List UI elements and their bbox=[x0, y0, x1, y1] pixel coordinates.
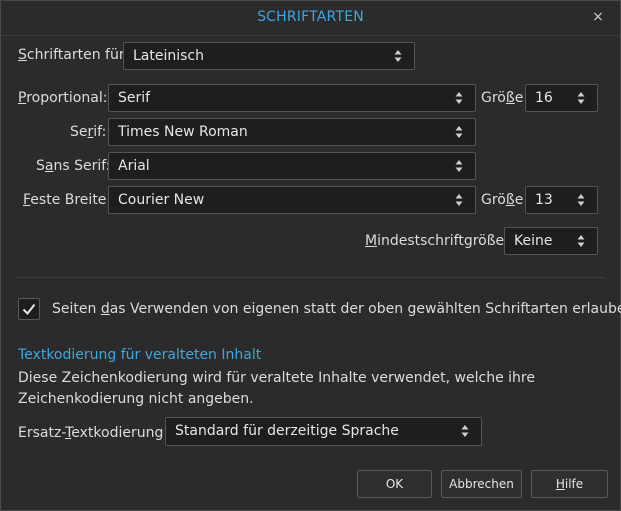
encoding-value: Standard für derzeitige Sprache bbox=[175, 423, 399, 439]
monospace-select[interactable]: Courier New bbox=[108, 186, 476, 214]
monospace-size-value: 13 bbox=[535, 192, 553, 208]
proportional-size-label: Größe bbox=[481, 90, 524, 106]
proportional-select[interactable]: Serif bbox=[108, 84, 476, 112]
cancel-button[interactable]: Abbrechen bbox=[441, 470, 522, 498]
updown-arrows-icon bbox=[577, 91, 585, 105]
proportional-label: Proportional: bbox=[18, 90, 108, 106]
updown-arrows-icon bbox=[455, 91, 463, 105]
allow-fonts-label[interactable]: Seiten das Verwenden von eigenen statt d… bbox=[52, 301, 621, 317]
monospace-value: Courier New bbox=[118, 192, 205, 208]
updown-arrows-icon bbox=[455, 193, 463, 207]
close-icon[interactable]: × bbox=[590, 9, 606, 25]
ok-button[interactable]: OK bbox=[357, 470, 432, 498]
updown-arrows-icon bbox=[461, 424, 469, 438]
encoding-label: Ersatz-Textkodierung: bbox=[18, 425, 169, 441]
encoding-heading: Textkodierung für veralteten Inhalt bbox=[18, 347, 262, 363]
updown-arrows-icon bbox=[455, 125, 463, 139]
proportional-value: Serif bbox=[118, 90, 151, 106]
proportional-size-value: 16 bbox=[535, 90, 553, 106]
encoding-description-line2: Zeichenkodierung nicht angeben. bbox=[18, 391, 254, 407]
fonts-for-label: Schriftarten für: bbox=[18, 47, 130, 63]
proportional-size-select[interactable]: 16 bbox=[525, 84, 598, 112]
sans-serif-label: Sans Serif: bbox=[36, 158, 111, 174]
monospace-label: Feste Breite: bbox=[23, 192, 112, 208]
monospace-size-label: Größe bbox=[481, 192, 524, 208]
serif-label: Serif: bbox=[70, 124, 107, 140]
dialog-title: SCHRIFTARTEN bbox=[257, 9, 364, 25]
serif-select[interactable]: Times New Roman bbox=[108, 118, 476, 146]
allow-fonts-checkbox[interactable] bbox=[18, 298, 40, 320]
sans-serif-value: Arial bbox=[118, 158, 150, 174]
encoding-description-line1: Diese Zeichenkodierung wird für veraltet… bbox=[18, 370, 535, 386]
help-button[interactable]: Hilfe bbox=[531, 470, 608, 498]
title-bar: SCHRIFTARTEN × bbox=[1, 1, 620, 36]
fonts-for-select[interactable]: Lateinisch bbox=[123, 42, 415, 70]
monospace-size-select[interactable]: 13 bbox=[525, 186, 598, 214]
updown-arrows-icon bbox=[394, 49, 402, 63]
min-size-label: Mindestschriftgröße: bbox=[365, 233, 509, 249]
updown-arrows-icon bbox=[577, 193, 585, 207]
min-size-value: Keine bbox=[514, 233, 553, 249]
fonts-for-value: Lateinisch bbox=[133, 48, 204, 64]
separator bbox=[15, 277, 605, 278]
encoding-select[interactable]: Standard für derzeitige Sprache bbox=[165, 417, 482, 446]
sans-serif-select[interactable]: Arial bbox=[108, 152, 476, 180]
updown-arrows-icon bbox=[455, 159, 463, 173]
fonts-dialog: SCHRIFTARTEN × Schriftarten für: Lateini… bbox=[0, 0, 621, 511]
check-icon bbox=[22, 303, 36, 316]
min-size-select[interactable]: Keine bbox=[504, 227, 598, 255]
serif-value: Times New Roman bbox=[118, 124, 248, 140]
updown-arrows-icon bbox=[577, 234, 585, 248]
